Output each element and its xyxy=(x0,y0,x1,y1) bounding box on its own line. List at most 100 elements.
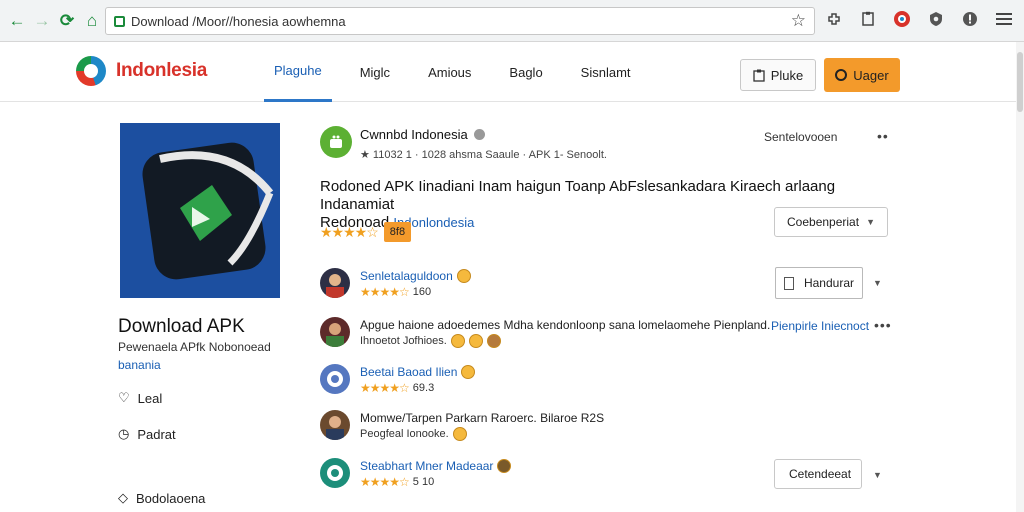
chevron-down-icon[interactable]: ▼ xyxy=(873,470,882,480)
app-badge-icon xyxy=(320,126,352,158)
more-options-icon[interactable]: ••• xyxy=(874,317,892,333)
bookmark-star-icon[interactable]: ☆ xyxy=(791,11,806,31)
menu-icon[interactable] xyxy=(994,8,1014,30)
review-title: Momwe/Tarpen Parkarn Raroerc. Bilaroe R2… xyxy=(360,411,605,425)
avatar xyxy=(320,458,350,488)
nav-tab-2[interactable]: Miglc xyxy=(350,42,400,102)
site-logo[interactable]: Indonlesia xyxy=(76,56,207,86)
site-header: Indonlesia Plaguhe Miglc Amious Baglo Si… xyxy=(0,42,1024,102)
nav-tab-4[interactable]: Baglo xyxy=(499,42,552,102)
scrollbar-thumb[interactable] xyxy=(1017,52,1023,112)
review-subtitle: Ihnoetot Jofhioes. xyxy=(360,334,501,348)
top-right-label[interactable]: Sentelovooen xyxy=(764,130,837,144)
profile-icon[interactable] xyxy=(892,8,912,30)
review-title: Beetai Baoad Ilien xyxy=(360,365,476,379)
review-title: Senletalaguldoon xyxy=(360,269,471,283)
shield-icon[interactable] xyxy=(926,8,946,30)
logo-icon xyxy=(76,56,106,86)
bottom-select-value: Cetendeeat xyxy=(789,467,852,481)
app-meta: ★ 11032 1 · 1028 ahsma Saaule · APK 1- S… xyxy=(360,149,607,161)
emoji-icon xyxy=(461,365,476,379)
alert-icon[interactable] xyxy=(960,8,980,30)
download-title: Download APK xyxy=(118,316,245,337)
app-name: Cwnnbd Indonesia xyxy=(360,127,485,142)
app-icon xyxy=(120,123,280,298)
review-title-text: Senletalaguldoon xyxy=(360,269,453,283)
browser-toolbar: ← → ⟳ ⌂ Download /Moor//honesia aowhemna… xyxy=(0,0,1024,42)
outline-button[interactable]: Pluke xyxy=(740,59,816,91)
logo-text: Indonlesia xyxy=(116,60,207,81)
circle-icon xyxy=(835,69,848,81)
side-item-label: Padrat xyxy=(137,426,176,442)
home-button[interactable]: ⌂ xyxy=(81,10,103,32)
review-subtitle: Peogfeal Ionooke. xyxy=(360,427,467,441)
emoji-icon xyxy=(452,427,467,441)
checkbox-label: Handurar xyxy=(803,276,854,290)
review-stars: ★★★★☆ xyxy=(360,475,410,489)
lock-icon xyxy=(114,15,125,27)
tag-icon: ◇ xyxy=(118,490,128,505)
download-subtitle: Pewenaela APfk Nobonoead xyxy=(118,340,271,354)
clipboard-icon xyxy=(753,69,765,82)
app-rating: ★★★★☆ 8f8 xyxy=(320,222,412,242)
side-item-1[interactable]: ♡ Leal xyxy=(118,390,162,406)
sort-select[interactable]: Coebenperiat ▼ xyxy=(774,207,888,237)
review-count: 69.3 xyxy=(412,382,435,394)
page-scrollbar[interactable] xyxy=(1016,42,1024,512)
clock-icon: ◷ xyxy=(118,426,130,441)
review-link[interactable]: Pienpirle Iniecnoct xyxy=(771,319,869,333)
chevron-down-icon[interactable]: ▼ xyxy=(873,278,882,288)
nav-tab-3[interactable]: Amious xyxy=(418,42,481,102)
url-text: Download /Moor//honesia aowhemna xyxy=(131,13,346,29)
avatar xyxy=(320,410,350,440)
outline-button-label: Pluke xyxy=(770,67,804,83)
reload-button[interactable]: ⟳ xyxy=(56,10,78,32)
review-title-text: Steabhart Mner Madeaar xyxy=(360,459,494,473)
review-rating: ★★★★☆ 160 xyxy=(360,285,431,299)
review-stars: ★★★★☆ xyxy=(360,285,410,299)
avatar xyxy=(320,268,350,298)
emoji-icon xyxy=(468,334,483,348)
review-subtitle-text: Ihnoetot Jofhioes. xyxy=(360,335,447,347)
avatar xyxy=(320,364,350,394)
nav-tab-5[interactable]: Sisnlamt xyxy=(571,42,641,102)
side-item-3[interactable]: ◇ Bodolaoena xyxy=(118,490,205,506)
chevron-down-icon: ▼ xyxy=(866,217,875,227)
review-rating: ★★★★☆ 69.3 xyxy=(360,381,434,395)
extension-icon[interactable] xyxy=(824,8,844,30)
document-icon[interactable] xyxy=(858,8,878,30)
checkbox-icon xyxy=(784,276,794,290)
review-count: 160 xyxy=(412,286,432,298)
emoji-icon xyxy=(450,334,465,348)
emoji-icon xyxy=(456,269,471,283)
review-title: Apgue haione adoedemes Mdha kendonloonp … xyxy=(360,318,771,332)
emoji-icon xyxy=(486,334,501,348)
review-stars: ★★★★☆ xyxy=(360,381,410,395)
download-link[interactable]: banania xyxy=(118,358,161,372)
review-rating: ★★★★☆ 5 10 xyxy=(360,475,434,489)
app-name-text: Cwnnbd Indonesia xyxy=(360,127,468,142)
side-item-2[interactable]: ◷ Padrat xyxy=(118,426,176,442)
emoji-icon xyxy=(497,459,512,473)
back-button[interactable]: ← xyxy=(6,10,28,32)
rating-stars: ★★★★☆ xyxy=(320,223,379,240)
primary-button-label: Uager xyxy=(853,67,889,83)
main-nav: Plaguhe Miglc Amious Baglo Sisnlamt xyxy=(264,42,659,102)
address-bar[interactable]: Download /Moor//honesia aowhemna ☆ xyxy=(105,7,815,35)
primary-button[interactable]: Uager xyxy=(824,58,900,92)
nav-tab-1[interactable]: Plaguhe xyxy=(264,42,332,102)
review-count: 5 10 xyxy=(412,476,435,488)
review-title: Steabhart Mner Madeaar xyxy=(360,459,512,473)
filter-checkbox[interactable]: Handurar xyxy=(775,267,863,299)
side-item-label: Leal xyxy=(137,390,163,406)
rating-badge: 8f8 xyxy=(383,222,412,242)
verified-icon xyxy=(473,129,485,140)
more-options-icon[interactable]: •• xyxy=(877,128,889,144)
forward-button[interactable]: → xyxy=(31,10,53,32)
review-subtitle-text: Peogfeal Ionooke. xyxy=(360,428,449,440)
bottom-select[interactable]: Cetendeeat xyxy=(774,459,862,489)
sort-select-value: Coebenperiat xyxy=(787,215,860,229)
side-item-label: Bodolaoena xyxy=(136,490,206,506)
avatar xyxy=(320,317,350,347)
review-title-text: Beetai Baoad Ilien xyxy=(360,365,458,379)
